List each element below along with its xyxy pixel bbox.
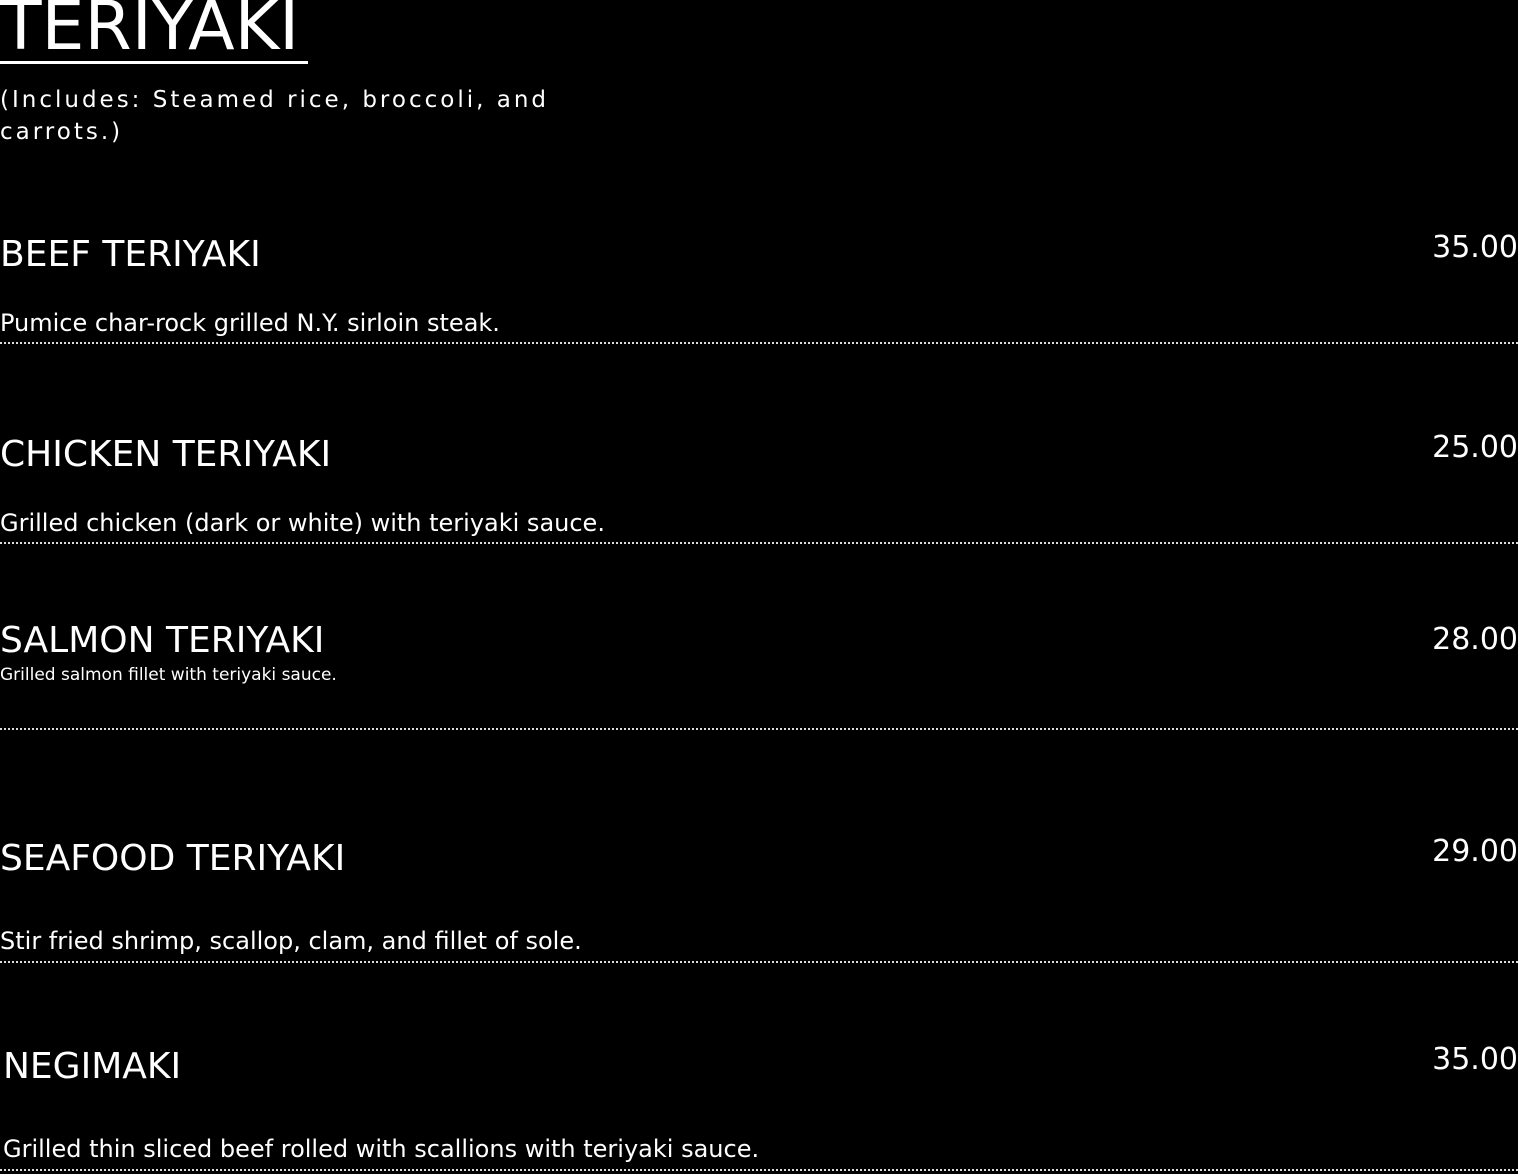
item-name: CHICKEN TERIYAKI [0,434,332,475]
dotted-divider [0,542,1518,544]
section-title: TERIYAKI [0,0,300,66]
dotted-divider [0,728,1518,730]
item-price: 35.00 [1432,1042,1518,1077]
item-price: 35.00 [1432,230,1518,265]
dotted-divider [0,1169,1518,1171]
item-name: NEGIMAKI [3,1046,182,1087]
item-description: Pumice char-rock grilled N.Y. sirloin st… [0,309,500,337]
dotted-divider [0,961,1518,963]
item-price: 25.00 [1432,430,1518,465]
section-note: (Includes: Steamed rice, broccoli, and c… [0,87,549,145]
item-description: Grilled thin sliced beef rolled with sca… [3,1135,760,1163]
item-description: Grilled salmon fillet with teriyaki sauc… [0,665,337,685]
item-description: Stir fried shrimp, scallop, clam, and fi… [0,927,582,955]
item-price: 29.00 [1432,834,1518,869]
item-price: 28.00 [1432,622,1518,657]
item-name: SALMON TERIYAKI [0,620,325,661]
item-description: Grilled chicken (dark or white) with ter… [0,509,605,537]
item-name: SEAFOOD TERIYAKI [0,838,346,879]
section-title-underline [0,61,308,64]
dotted-divider [0,342,1518,344]
item-name: BEEF TERIYAKI [0,234,261,275]
